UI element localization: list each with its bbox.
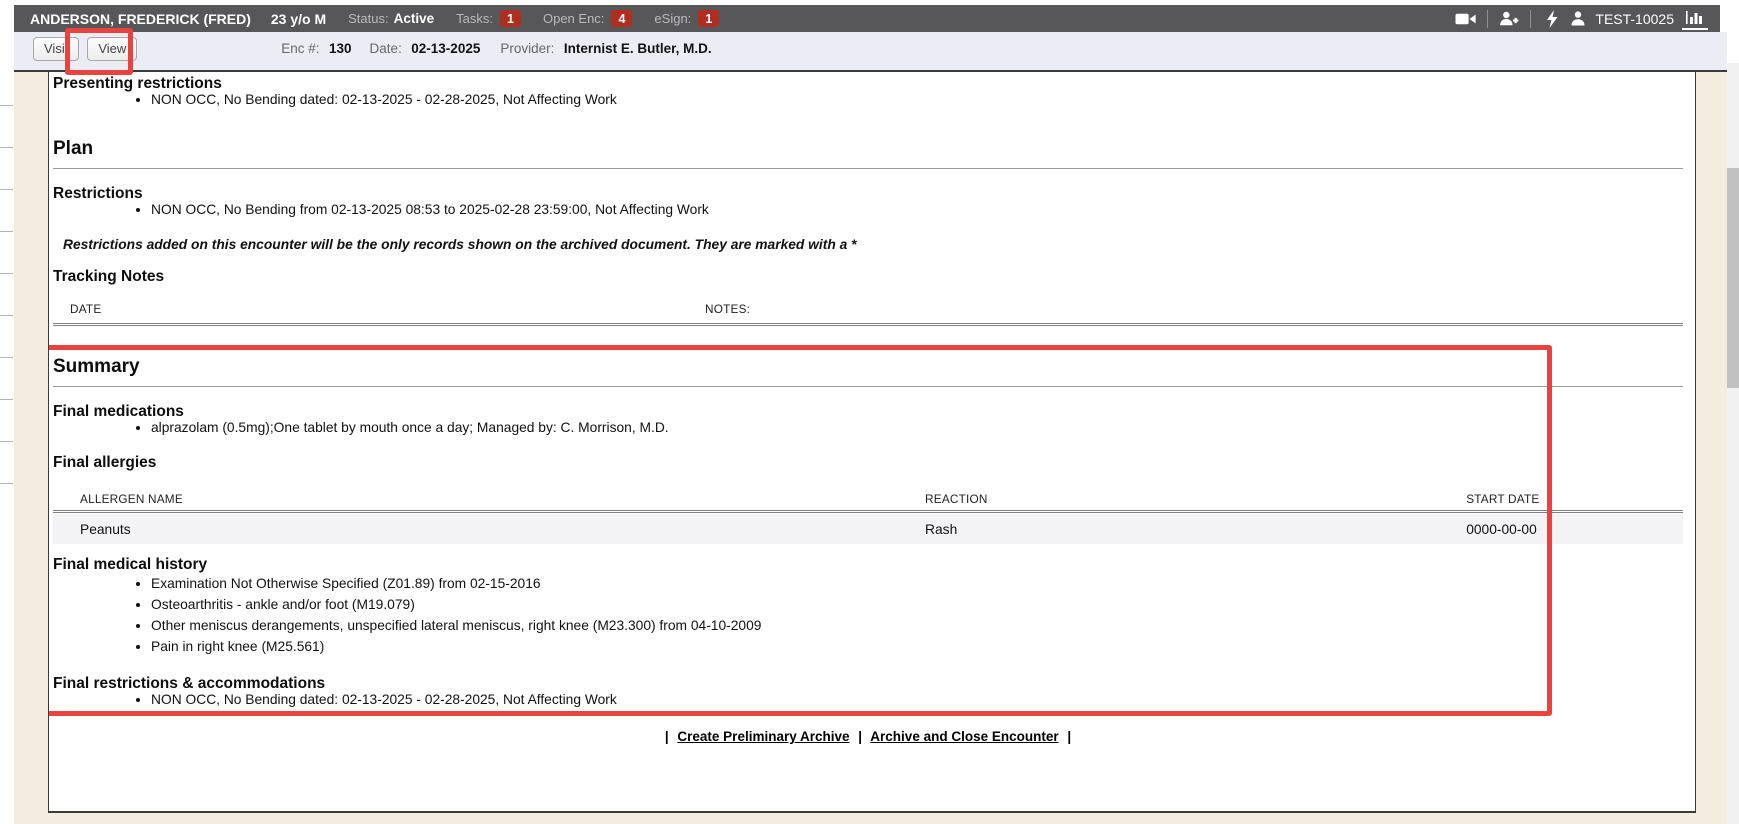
flash-icon[interactable] xyxy=(1539,9,1565,29)
left-rail-row-lines xyxy=(0,64,13,511)
tasks-label: Tasks: xyxy=(456,11,493,26)
tracking-col-notes: NOTES: xyxy=(705,302,1683,316)
separator: | xyxy=(1067,729,1071,744)
final-allergies-heading: Final allergies xyxy=(53,455,1683,471)
esign-label: eSign: xyxy=(654,11,691,26)
allergy-reaction-cell: Rash xyxy=(925,522,1466,537)
divider xyxy=(1487,10,1488,28)
final-medical-history-heading: Final medical history xyxy=(53,557,1683,573)
esign-badge[interactable]: 1 xyxy=(698,10,719,27)
divider xyxy=(1530,10,1531,28)
practice-id: TEST-10025 xyxy=(1595,11,1674,27)
tasks-badge[interactable]: 1 xyxy=(500,10,521,27)
enc-number-label: Enc #: xyxy=(281,41,319,56)
final-restriction-item: NON OCC, No Bending dated: 02-13-2025 - … xyxy=(151,692,1683,707)
allergies-col-start-date: START DATE xyxy=(1466,492,1683,506)
encounter-toolbar: Visit View Enc #: 130 Date: 02-13-2025 P… xyxy=(14,32,1727,70)
presenting-restriction-item: NON OCC, No Bending dated: 02-13-2025 - … xyxy=(151,92,1683,107)
provider-value: Internist E. Butler, M.D. xyxy=(564,41,712,56)
date-value: 02-13-2025 xyxy=(411,41,480,56)
plan-heading: Plan xyxy=(53,139,1683,169)
archive-actions: | Create Preliminary Archive | Archive a… xyxy=(53,729,1683,744)
add-user-icon[interactable] xyxy=(1496,9,1522,29)
vertical-scrollbar[interactable] xyxy=(1727,63,1739,824)
allergies-header-row: ALLERGEN NAME REACTION START DATE xyxy=(53,492,1683,506)
tracking-col-date: DATE xyxy=(53,302,705,316)
medical-history-item: Pain in right knee (M25.561) xyxy=(151,636,1683,657)
status-label: Status: xyxy=(348,11,388,26)
separator: | xyxy=(858,729,862,744)
enc-number-value: 130 xyxy=(329,41,352,56)
visit-button[interactable]: Visit xyxy=(33,37,79,61)
status-value: Active xyxy=(394,11,435,26)
patient-header-bar: ANDERSON, FREDERICK (FRED) 23 y/o M Stat… xyxy=(14,5,1720,32)
restrictions-note: Restrictions added on this encounter wil… xyxy=(63,237,1683,252)
open-enc-label: Open Enc: xyxy=(543,11,604,26)
archive-and-close-encounter-link[interactable]: Archive and Close Encounter xyxy=(870,729,1058,744)
summary-section: Summary Final medications alprazolam (0.… xyxy=(53,357,1683,707)
final-medication-item: alprazolam (0.5mg);One tablet by mouth o… xyxy=(151,420,1683,435)
user-icon[interactable] xyxy=(1565,9,1591,29)
allergies-divider xyxy=(53,510,1683,513)
restrictions-heading: Restrictions xyxy=(53,186,1683,202)
bar-chart-icon[interactable] xyxy=(1682,7,1708,30)
document-background: Presenting restrictions NON OCC, No Bend… xyxy=(14,72,1727,824)
medical-history-item: Examination Not Otherwise Specified (Z01… xyxy=(151,573,1683,594)
encounter-document-page: Presenting restrictions NON OCC, No Bend… xyxy=(48,72,1696,813)
presenting-restrictions-heading: Presenting restrictions xyxy=(53,76,1683,92)
scrollbar-thumb[interactable] xyxy=(1727,168,1739,388)
allergy-start-date-cell: 0000-00-00 xyxy=(1466,522,1683,537)
date-label: Date: xyxy=(370,41,402,56)
medical-history-item: Osteoarthritis - ankle and/or foot (M19.… xyxy=(151,594,1683,615)
provider-label: Provider: xyxy=(500,41,554,56)
left-rail xyxy=(0,0,14,824)
video-camera-icon[interactable] xyxy=(1453,9,1479,29)
separator: | xyxy=(665,729,669,744)
final-restrictions-heading: Final restrictions & accommodations xyxy=(53,676,1683,692)
medical-history-item: Other meniscus derangements, unspecified… xyxy=(151,615,1683,636)
open-enc-badge[interactable]: 4 xyxy=(611,10,632,27)
allergy-name-cell: Peanuts xyxy=(53,522,925,537)
patient-name: ANDERSON, FREDERICK (FRED) xyxy=(30,11,251,27)
allergies-col-name: ALLERGEN NAME xyxy=(53,492,925,506)
tracking-notes-heading: Tracking Notes xyxy=(53,269,1683,285)
restriction-item: NON OCC, No Bending from 02-13-2025 08:5… xyxy=(151,202,1683,217)
final-medications-heading: Final medications xyxy=(53,404,1683,420)
allergies-col-reaction: REACTION xyxy=(925,492,1466,506)
patient-age-sex: 23 y/o M xyxy=(271,11,326,27)
view-button[interactable]: View xyxy=(87,37,137,61)
tracking-notes-header-row: DATE NOTES: xyxy=(53,302,1683,316)
tracking-notes-divider xyxy=(53,323,1683,326)
summary-heading: Summary xyxy=(53,357,1683,387)
create-preliminary-archive-link[interactable]: Create Preliminary Archive xyxy=(677,729,849,744)
allergy-table-row: Peanuts Rash 0000-00-00 xyxy=(53,514,1683,544)
